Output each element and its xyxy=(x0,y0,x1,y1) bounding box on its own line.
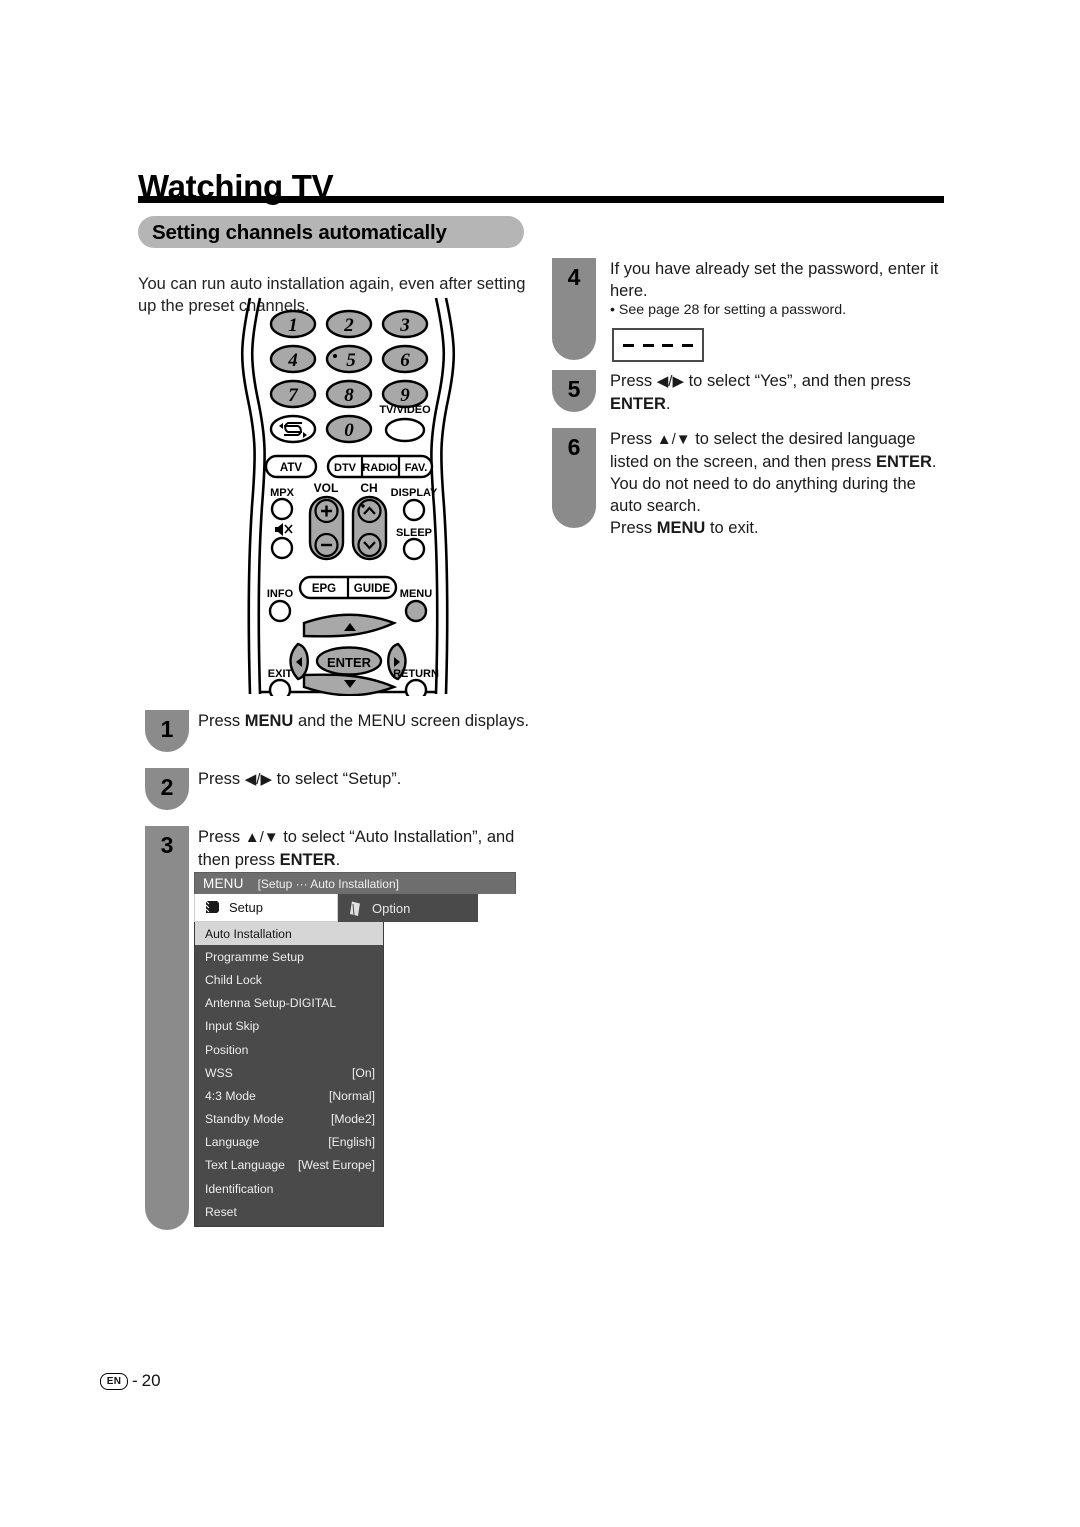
setup-icon xyxy=(205,899,220,916)
step-badge-5: 5 xyxy=(552,370,596,412)
menu-item[interactable]: 4:3 Mode [Normal] xyxy=(195,1084,383,1107)
menu-item-label: Text Language xyxy=(205,1158,285,1173)
menu-item[interactable]: Input Skip xyxy=(195,1015,383,1038)
menu-item[interactable]: Reset xyxy=(195,1200,383,1223)
svg-text:RADIO: RADIO xyxy=(362,462,398,474)
footer-separator: - xyxy=(132,1371,138,1390)
svg-text:FAV.: FAV. xyxy=(405,462,428,474)
menu-item-label: Antenna Setup-DIGITAL xyxy=(205,996,337,1011)
tab-option-label: Option xyxy=(372,900,411,916)
menu-item-label: Language xyxy=(205,1135,260,1150)
step-number-5: 5 xyxy=(567,376,581,402)
menu-item-label: 4:3 Mode xyxy=(205,1088,256,1103)
password-placeholder-dashes xyxy=(614,330,702,360)
menu-item-label: Input Skip xyxy=(205,1019,260,1034)
tv-menu-title-label: MENU xyxy=(203,876,244,891)
menu-item-label: Reset xyxy=(205,1204,237,1219)
menu-item[interactable]: Programme Setup xyxy=(195,945,383,968)
tv-menu-tabs: Setup Option xyxy=(194,894,478,922)
menu-item[interactable]: Standby Mode [Mode2] xyxy=(195,1108,383,1131)
svg-text:SLEEP: SLEEP xyxy=(396,527,432,539)
section-title: Setting channels automatically xyxy=(152,221,447,244)
step-number-3: 3 xyxy=(160,832,174,858)
svg-text:1: 1 xyxy=(288,315,298,336)
step-text-6: Press ▲/▼ to select the desired language… xyxy=(610,430,937,537)
step-badge-3: 3 xyxy=(145,826,189,1230)
svg-text:ATV: ATV xyxy=(280,462,302,474)
menu-item-label: WSS xyxy=(205,1065,233,1080)
svg-text:INFO: INFO xyxy=(267,588,294,600)
svg-text:0: 0 xyxy=(344,420,354,441)
menu-item[interactable]: WSS [On] xyxy=(195,1061,383,1084)
svg-text:MENU: MENU xyxy=(400,588,432,600)
step-badge-4: 4 xyxy=(552,258,596,360)
step-number-4: 4 xyxy=(567,264,581,290)
svg-text:8: 8 xyxy=(344,385,354,406)
svg-text:9: 9 xyxy=(400,385,410,406)
svg-text:3: 3 xyxy=(399,315,410,336)
menu-item[interactable]: Identification xyxy=(195,1177,383,1200)
tv-menu-titlebar: MENU [Setup ··· Auto Installation] xyxy=(194,872,516,894)
password-entry-field[interactable] xyxy=(612,328,704,362)
svg-text:ENTER: ENTER xyxy=(327,655,372,670)
svg-text:2: 2 xyxy=(343,315,354,336)
menu-item-label: Identification xyxy=(205,1181,274,1196)
svg-text:DISPLAY: DISPLAY xyxy=(391,487,438,499)
svg-text:CH: CH xyxy=(360,481,377,495)
menu-item-label: Programme Setup xyxy=(205,949,304,964)
svg-text:DTV: DTV xyxy=(334,462,357,474)
menu-item[interactable]: Child Lock xyxy=(195,968,383,991)
step-number-2: 2 xyxy=(160,774,174,800)
step-number-1: 1 xyxy=(160,716,174,742)
step-badge-6: 6 xyxy=(552,428,596,528)
page-number: 20 xyxy=(141,1371,161,1390)
menu-item-value: [On] xyxy=(351,1065,375,1080)
step-badge-1: 1 xyxy=(145,710,189,752)
locale-badge: EN xyxy=(100,1372,128,1390)
svg-text:6: 6 xyxy=(400,350,410,371)
svg-text:VOL: VOL xyxy=(314,481,339,495)
step-4-note: • See page 28 for setting a password. xyxy=(610,302,847,318)
svg-text:RETURN: RETURN xyxy=(393,668,439,680)
tv-menu-screenshot: MENU [Setup ··· Auto Installation] Setup xyxy=(194,872,516,1228)
step-text-4: If you have already set the password, en… xyxy=(610,260,939,300)
remote-control-illustration: 1 2 3 4 5 6 7 8 9 0 TV/VIDEO ATV DTV RAD… xyxy=(236,296,460,696)
menu-item[interactable]: Auto Installation xyxy=(195,922,383,946)
step-text-2: Press ◀/▶ to select “Setup”. xyxy=(198,770,402,788)
tab-setup-label: Setup xyxy=(229,900,263,915)
svg-text:TV/VIDEO: TV/VIDEO xyxy=(379,404,431,416)
tv-menu-breadcrumb: [Setup ··· Auto Installation] xyxy=(257,876,399,891)
tab-setup[interactable]: Setup xyxy=(194,894,338,922)
step-badge-2: 2 xyxy=(145,768,189,810)
menu-item-label: Standby Mode xyxy=(205,1112,284,1127)
tab-option[interactable]: Option xyxy=(338,894,478,922)
svg-text:4: 4 xyxy=(287,350,298,371)
menu-item[interactable]: Language [English] xyxy=(195,1131,383,1154)
menu-item-label: Child Lock xyxy=(205,972,262,987)
menu-item-label: Position xyxy=(205,1042,249,1057)
svg-text:EPG: EPG xyxy=(312,583,336,595)
step-text-1: Press MENU and the MENU screen displays. xyxy=(198,712,530,730)
menu-item[interactable]: Position xyxy=(195,1038,383,1061)
step-number-6: 6 xyxy=(567,434,581,460)
menu-item[interactable]: Text Language [West Europe] xyxy=(195,1154,383,1177)
menu-item-value: [West Europe] xyxy=(298,1158,375,1173)
title-rule xyxy=(138,196,944,203)
step-text-3: Press ▲/▼ to select “Auto Installation”,… xyxy=(198,828,515,869)
menu-item-label: Auto Installation xyxy=(205,926,292,941)
step-text-5: Press ◀/▶ to select “Yes”, and then pres… xyxy=(610,372,911,413)
menu-item-value: [English] xyxy=(328,1135,375,1150)
option-icon xyxy=(348,900,363,917)
svg-text:EXIT: EXIT xyxy=(268,668,293,680)
menu-item-value: [Mode2] xyxy=(330,1112,375,1127)
page-footer: EN - 20 xyxy=(100,1371,161,1391)
svg-text:5: 5 xyxy=(346,350,356,371)
tv-menu-item-list: Auto Installation Programme Setup Child Lo… xyxy=(194,922,384,1228)
svg-text:7: 7 xyxy=(288,385,299,406)
menu-item[interactable]: Antenna Setup-DIGITAL xyxy=(195,992,383,1015)
menu-item-value: [Normal] xyxy=(328,1088,375,1103)
svg-text:MPX: MPX xyxy=(270,487,295,499)
svg-text:GUIDE: GUIDE xyxy=(354,583,391,595)
manual-page: Watching TV Setting channels automatical… xyxy=(0,0,1080,1527)
